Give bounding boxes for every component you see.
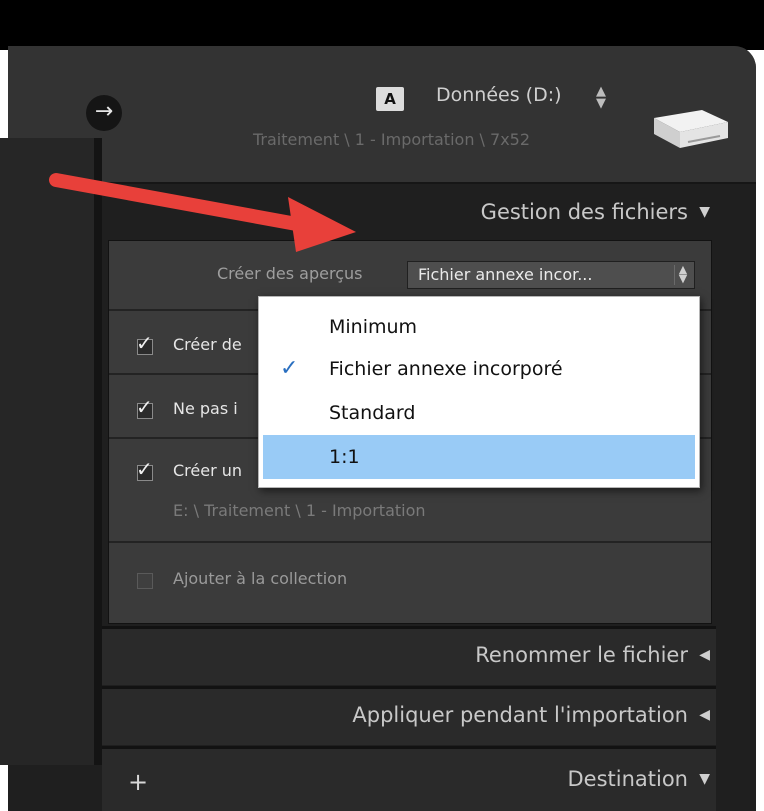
destination-header: → A Données (D:) ▲ ▼ Traitement \ 1 - Imp… [8, 46, 756, 184]
row-3-label: Créer un [173, 461, 243, 480]
updown-arrows-icon: ▲ ▼ [674, 264, 691, 285]
checkmark-icon: ✓ [136, 331, 153, 355]
previews-label: Créer des aperçus [217, 264, 363, 283]
left-panel-strip [0, 138, 94, 765]
row-2-label: Ne pas i [173, 399, 238, 418]
add-collection-label: Ajouter à la collection [173, 569, 348, 588]
option-label: Minimum [329, 316, 418, 338]
hard-drive-icon [654, 110, 728, 148]
drive-letter-badge: A [376, 87, 404, 111]
row-divider [109, 541, 711, 543]
option-label: Fichier annexe incorporé [329, 358, 563, 380]
destination-title: Destination [567, 767, 688, 791]
triangle-down-icon: ▼ [699, 204, 710, 220]
checkmark-icon: ✓ [136, 457, 153, 481]
rename-title: Renommer le fichier [475, 643, 688, 667]
check-icon: ✓ [280, 356, 299, 381]
apply-title: Appliquer pendant l'importation [352, 703, 688, 727]
file-handling-section-header[interactable]: Gestion des fichiers ▼ [102, 200, 716, 224]
triangle-left-icon: ◀ [699, 647, 710, 663]
dropdown-option-embedded[interactable]: ✓ Fichier annexe incorporé [259, 347, 691, 391]
plus-icon[interactable]: + [128, 768, 148, 796]
previews-dropdown-menu: Minimum ✓ Fichier annexe incorporé Stand… [258, 296, 700, 488]
previews-select-value: Fichier annexe incor... [418, 265, 593, 284]
file-handling-title: Gestion des fichiers [480, 200, 688, 224]
option-label: Standard [329, 402, 416, 424]
dropdown-option-minimum[interactable]: Minimum [259, 305, 691, 349]
add-collection-checkbox[interactable] [137, 573, 153, 589]
triangle-down-icon: ▼ [699, 771, 710, 787]
apply-section-header: Appliquer pendant l'importation ◀ [102, 703, 716, 727]
checkmark-icon: ✓ [136, 395, 153, 419]
backup-path: E: \ Traitement \ 1 - Importation [173, 501, 426, 520]
dropdown-option-1-1[interactable]: 1:1 [263, 435, 695, 479]
panel-divider [94, 138, 102, 765]
rename-section-row[interactable]: Renommer le fichier ◀ [102, 629, 716, 685]
triangle-left-icon: ◀ [699, 707, 710, 723]
apply-section-row[interactable]: Appliquer pendant l'importation ◀ [102, 689, 716, 745]
top-black-band [0, 0, 764, 50]
dropdown-option-standard[interactable]: Standard [259, 391, 691, 435]
row-1-label: Créer de [173, 335, 242, 354]
updown-arrows-icon[interactable]: ▲ ▼ [596, 85, 606, 110]
previews-select[interactable]: Fichier annexe incor... ▲ ▼ [407, 261, 695, 289]
destination-section-row[interactable]: Destination ▼ [102, 749, 716, 811]
destination-section-header: Destination ▼ [102, 767, 716, 791]
option-label: 1:1 [329, 446, 360, 468]
rename-section-header: Renommer le fichier ◀ [102, 643, 716, 667]
drive-selector[interactable]: Données (D:) [436, 84, 562, 106]
arrow-right-circle-icon[interactable]: → [86, 95, 122, 131]
destination-path: Traitement \ 1 - Importation \ 7x52 [253, 130, 531, 149]
